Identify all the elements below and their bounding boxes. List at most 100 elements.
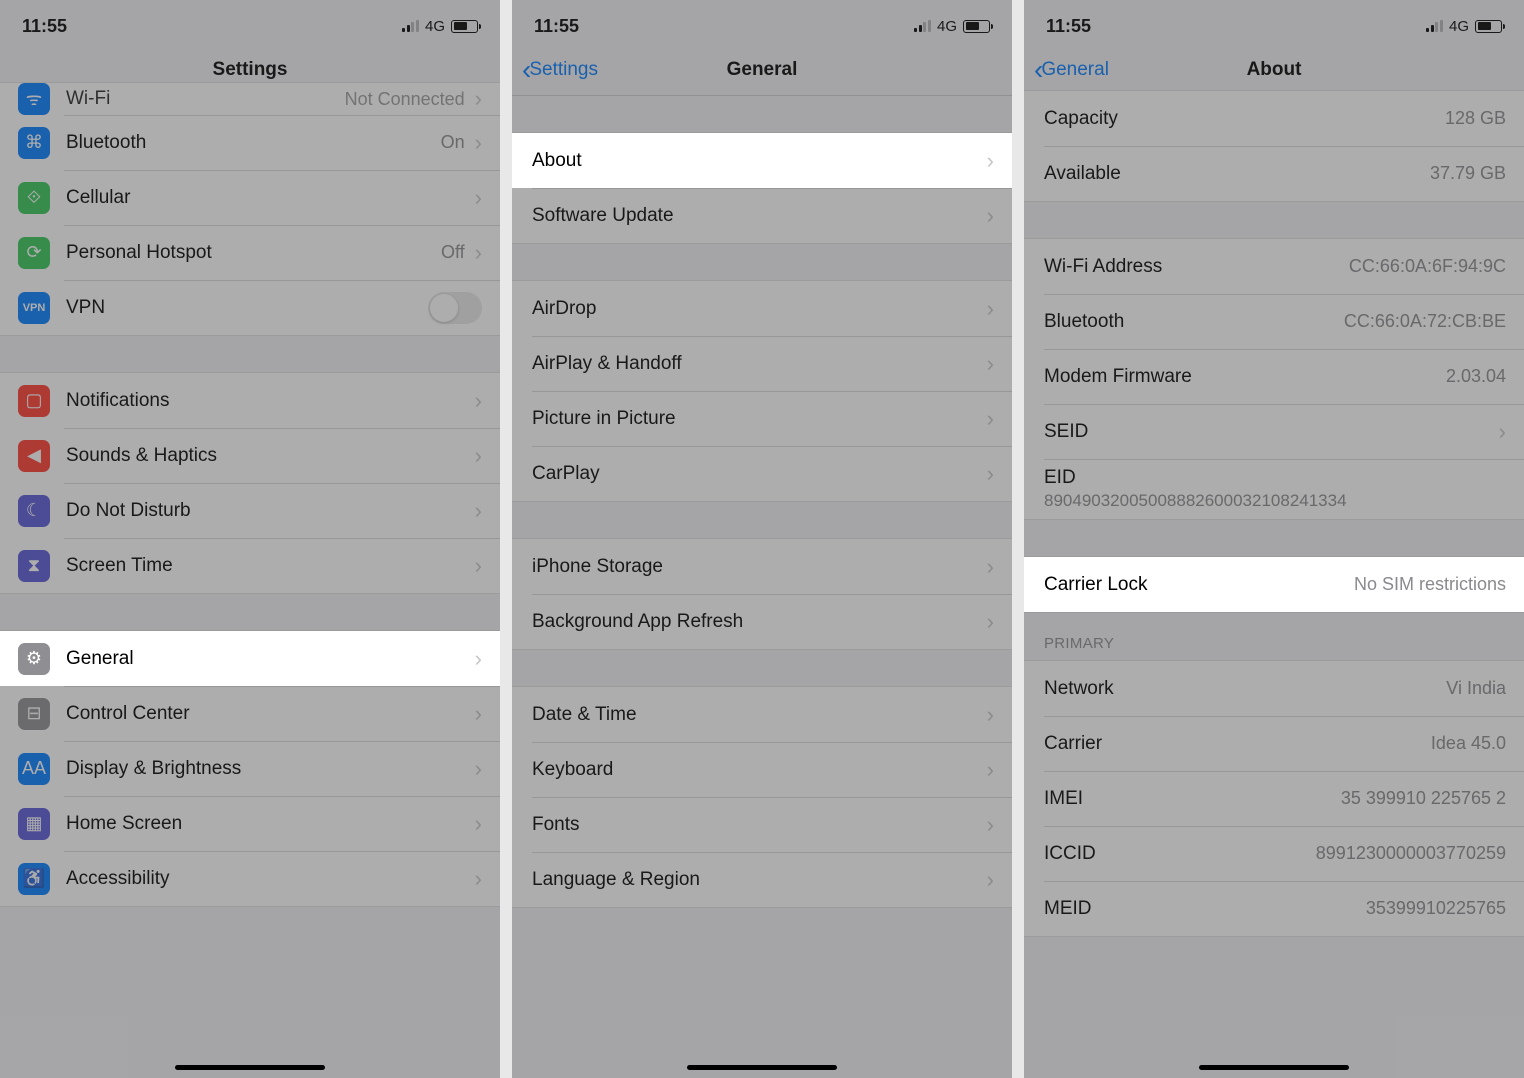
row-storage[interactable]: iPhone Storage › <box>512 539 1012 594</box>
battery-icon <box>1475 20 1502 33</box>
row-network[interactable]: Network Vi India <box>1024 661 1524 716</box>
group-spacer <box>512 244 1012 280</box>
row-eid[interactable]: EID 89049032005008882600032108241334 <box>1024 459 1524 519</box>
group-spacer <box>0 594 500 630</box>
row-about[interactable]: About › <box>512 133 1012 188</box>
chevron-right-icon: › <box>987 461 994 487</box>
row-meid[interactable]: MEID 35399910225765 <box>1024 881 1524 936</box>
row-carrier[interactable]: Carrier Idea 45.0 <box>1024 716 1524 771</box>
dnd-icon: ☾ <box>18 495 50 527</box>
network-label: 4G <box>937 18 957 35</box>
row-notifications[interactable]: ▢ Notifications › <box>0 373 500 428</box>
battery-icon <box>963 20 990 33</box>
cellular-icon: ⟐ <box>18 182 50 214</box>
general-icon: ⚙ <box>18 643 50 675</box>
signal-icon <box>1426 20 1443 32</box>
row-dnd[interactable]: ☾ Do Not Disturb › <box>0 483 500 538</box>
about-group: Network Vi India Carrier Idea 45.0 IMEI … <box>1024 660 1524 937</box>
row-label: Bluetooth <box>66 132 441 154</box>
home-indicator[interactable] <box>687 1065 837 1070</box>
row-screentime[interactable]: ⧗ Screen Time › <box>0 538 500 593</box>
row-bluetooth[interactable]: ⌘ Bluetooth On› <box>0 115 500 170</box>
row-control[interactable]: ⊟ Control Center › <box>0 686 500 741</box>
row-wifiaddr[interactable]: Wi-Fi Address CC:66:0A:6F:94:9C <box>1024 239 1524 294</box>
chevron-right-icon: › <box>987 148 994 174</box>
row-pip[interactable]: Picture in Picture › <box>512 391 1012 446</box>
settings-screen: 11:55 4G Settings ᯤ Wi-Fi Not Connected›… <box>0 0 500 1078</box>
row-label: Carrier <box>1044 733 1431 755</box>
row-carplay[interactable]: CarPlay › <box>512 446 1012 501</box>
row-display[interactable]: AA Display & Brightness › <box>0 741 500 796</box>
row-language[interactable]: Language & Region › <box>512 852 1012 907</box>
home-indicator[interactable] <box>1199 1065 1349 1070</box>
general-group: Date & Time › Keyboard › Fonts › Languag… <box>512 686 1012 908</box>
row-value: 8991230000003770259 <box>1316 843 1506 864</box>
group-spacer <box>512 96 1012 132</box>
chevron-right-icon: › <box>987 757 994 783</box>
row-keyboard[interactable]: Keyboard › <box>512 742 1012 797</box>
chevron-right-icon: › <box>987 203 994 229</box>
chevron-right-icon: › <box>475 130 482 156</box>
status-indicators: 4G <box>402 18 478 35</box>
signal-icon <box>402 20 419 32</box>
row-general[interactable]: ⚙ General › <box>0 631 500 686</box>
row-btaddr[interactable]: Bluetooth CC:66:0A:72:CB:BE <box>1024 294 1524 349</box>
row-value: 128 GB <box>1445 108 1506 129</box>
row-hotspot[interactable]: ⟳ Personal Hotspot Off› <box>0 225 500 280</box>
row-label: Capacity <box>1044 108 1445 130</box>
back-button[interactable]: ‹Settings <box>522 56 598 84</box>
chevron-right-icon: › <box>475 240 482 266</box>
wifi-icon: ᯤ <box>18 83 50 115</box>
row-home[interactable]: ▦ Home Screen › <box>0 796 500 851</box>
row-imei[interactable]: IMEI 35 399910 225765 2 <box>1024 771 1524 826</box>
row-fonts[interactable]: Fonts › <box>512 797 1012 852</box>
row-available[interactable]: Available 37.79 GB <box>1024 146 1524 201</box>
row-capacity[interactable]: Capacity 128 GB <box>1024 91 1524 146</box>
group-spacer <box>512 502 1012 538</box>
row-label: ICCID <box>1044 843 1316 865</box>
page-title: About <box>1247 59 1302 81</box>
back-label: Settings <box>529 59 598 81</box>
row-seid[interactable]: SEID › <box>1024 404 1524 459</box>
vpn-toggle[interactable] <box>428 292 482 324</box>
about-group: Capacity 128 GB Available 37.79 GB <box>1024 90 1524 202</box>
row-refresh[interactable]: Background App Refresh › <box>512 594 1012 649</box>
row-sounds[interactable]: ◀ Sounds & Haptics › <box>0 428 500 483</box>
row-label: MEID <box>1044 898 1366 920</box>
chevron-right-icon: › <box>987 351 994 377</box>
row-value: Vi India <box>1446 678 1506 699</box>
row-value: Off <box>441 242 465 263</box>
row-label: Accessibility <box>66 868 475 890</box>
settings-group: ᯤ Wi-Fi Not Connected› ⌘ Bluetooth On› ⟐… <box>0 82 500 336</box>
row-iccid[interactable]: ICCID 8991230000003770259 <box>1024 826 1524 881</box>
row-value: Idea 45.0 <box>1431 733 1506 754</box>
row-label: Personal Hotspot <box>66 242 441 264</box>
back-label: General <box>1041 59 1109 81</box>
row-airdrop[interactable]: AirDrop › <box>512 281 1012 336</box>
row-vpn[interactable]: VPN VPN <box>0 280 500 335</box>
chevron-right-icon: › <box>987 867 994 893</box>
chevron-right-icon: › <box>475 756 482 782</box>
home-icon: ▦ <box>18 808 50 840</box>
row-software[interactable]: Software Update › <box>512 188 1012 243</box>
row-label: IMEI <box>1044 788 1341 810</box>
row-label: About <box>532 150 987 172</box>
status-time: 11:55 <box>1046 16 1091 37</box>
row-label: Keyboard <box>532 759 987 781</box>
row-airplay[interactable]: AirPlay & Handoff › <box>512 336 1012 391</box>
row-label: SEID <box>1044 421 1499 443</box>
row-datetime[interactable]: Date & Time › <box>512 687 1012 742</box>
row-carrierlock[interactable]: Carrier Lock No SIM restrictions <box>1024 557 1524 612</box>
home-indicator[interactable] <box>175 1065 325 1070</box>
row-accessibility[interactable]: ♿ Accessibility › <box>0 851 500 906</box>
row-label: iPhone Storage <box>532 556 987 578</box>
about-group: Carrier Lock No SIM restrictions <box>1024 556 1524 613</box>
nav-bar: ‹General About <box>1024 44 1524 96</box>
back-button[interactable]: ‹General <box>1034 56 1109 84</box>
row-cellular[interactable]: ⟐ Cellular › <box>0 170 500 225</box>
settings-group: ⚙ General › ⊟ Control Center › AA Displa… <box>0 630 500 907</box>
row-modem[interactable]: Modem Firmware 2.03.04 <box>1024 349 1524 404</box>
chevron-right-icon: › <box>987 812 994 838</box>
row-label: Background App Refresh <box>532 611 987 633</box>
row-wifi[interactable]: ᯤ Wi-Fi Not Connected› <box>0 83 500 115</box>
